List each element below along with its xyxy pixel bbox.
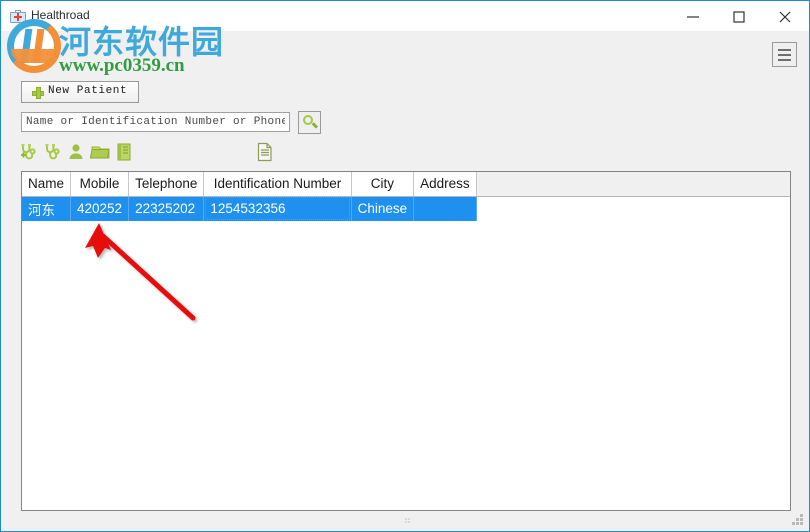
patient-table-panel: Name Mobile Telephone Identification Num… xyxy=(21,171,791,511)
green-plus-icon xyxy=(32,87,44,99)
column-header-telephone[interactable]: Telephone xyxy=(128,172,205,197)
folder-icon[interactable] xyxy=(89,142,110,162)
stethoscope-icon[interactable] xyxy=(43,142,63,162)
column-header-mobile[interactable]: Mobile xyxy=(70,172,130,197)
window-title: Healthroad xyxy=(31,8,90,22)
person-icon[interactable] xyxy=(67,142,87,162)
document-icon[interactable] xyxy=(257,142,273,162)
new-patient-label: New Patient xyxy=(48,85,128,97)
close-button[interactable] xyxy=(763,1,809,31)
search-input[interactable] xyxy=(21,112,290,132)
cell-name[interactable]: 河东 xyxy=(22,196,72,221)
hamburger-menu-button[interactable] xyxy=(772,42,797,67)
column-header-address[interactable]: Address xyxy=(413,172,477,197)
book-icon[interactable] xyxy=(115,142,135,162)
column-header-city[interactable]: City xyxy=(351,172,415,197)
column-header-name[interactable]: Name xyxy=(22,172,72,197)
window-resize-grip[interactable] xyxy=(792,514,805,527)
search-button[interactable] xyxy=(298,111,321,134)
patient-table: Name Mobile Telephone Identification Num… xyxy=(22,172,790,221)
title-bar: Healthroad xyxy=(1,1,809,31)
new-patient-button[interactable]: New Patient xyxy=(21,81,139,103)
minimize-button[interactable] xyxy=(671,1,717,31)
window-center-grip xyxy=(405,518,412,525)
table-row[interactable]: 河东 420252 22325202 1254532356 Chinese xyxy=(22,196,790,221)
column-header-filler xyxy=(476,172,790,197)
cell-address[interactable] xyxy=(413,196,477,221)
cell-city[interactable]: Chinese xyxy=(351,196,415,221)
stethoscope-add-icon[interactable] xyxy=(19,142,39,162)
medical-case-icon xyxy=(10,9,26,23)
application-window: Healthroad 河东软件园 www.pc0359.cn New Patie… xyxy=(0,0,810,532)
table-header-row: Name Mobile Telephone Identification Num… xyxy=(22,172,790,197)
cell-mobile[interactable]: 420252 xyxy=(70,196,130,221)
cell-telephone[interactable]: 22325202 xyxy=(128,196,205,221)
column-header-identification-number[interactable]: Identification Number xyxy=(203,172,352,197)
cell-identification-number[interactable]: 1254532356 xyxy=(203,196,352,221)
maximize-button[interactable] xyxy=(717,1,763,31)
watermark-url-text: www.pc0359.cn xyxy=(59,55,185,76)
